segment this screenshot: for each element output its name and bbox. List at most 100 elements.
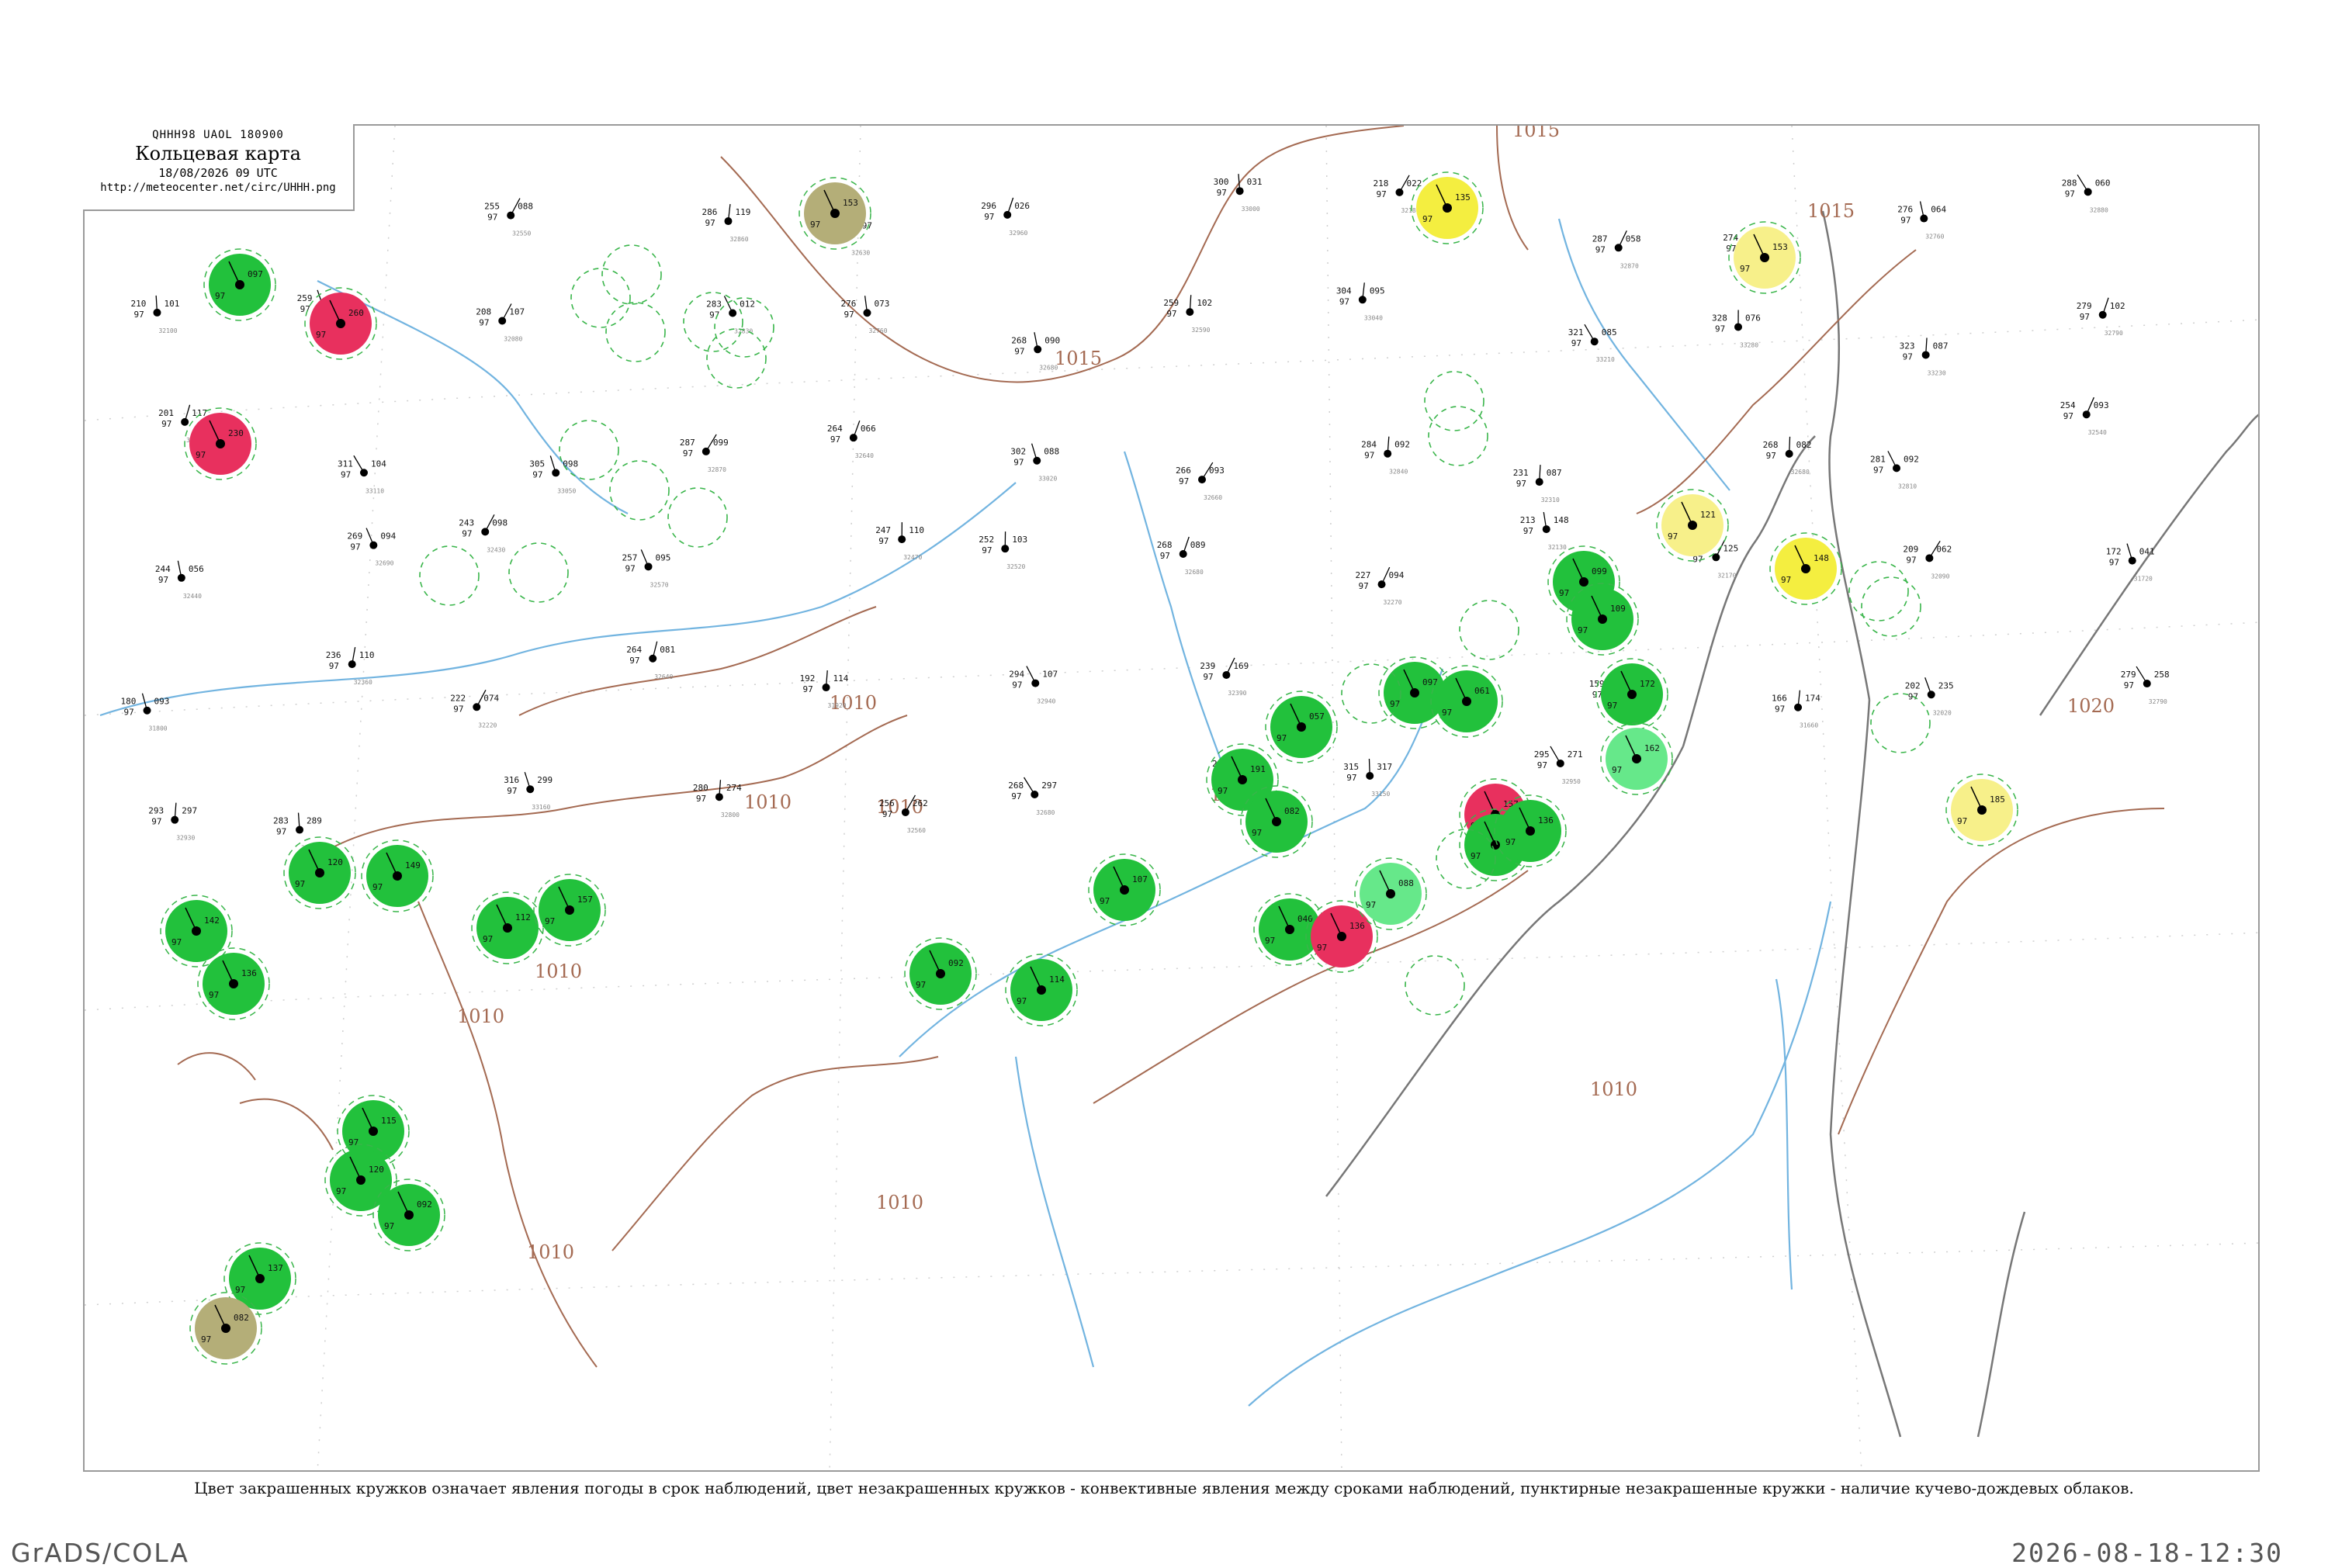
station-humidity: 97 <box>1339 296 1349 306</box>
cumulonimbus-ring <box>1871 694 1930 753</box>
station-pressure: 012 <box>740 299 755 309</box>
station-pressure: 103 <box>1012 535 1027 545</box>
station-plot: 2430989732430 <box>459 514 508 553</box>
station-temp: 209 <box>1903 544 1918 554</box>
map-title: Кольцевая карта <box>83 143 353 164</box>
station-plot: 3162999733160 <box>504 772 553 811</box>
station-humidity: 97 <box>1715 324 1725 334</box>
station-temp: 268 <box>1011 335 1027 345</box>
circle-pressure: 135 <box>1455 192 1471 202</box>
station-humidity: 97 <box>133 310 144 320</box>
station-plot: 2131489732130 <box>1520 512 1569 551</box>
cumulonimbus-ring <box>668 488 727 547</box>
station-pressure: 026 <box>1014 201 1030 211</box>
cumulonimbus-ring <box>1405 956 1464 1015</box>
station-plot: 2680829732680 <box>1763 437 1812 476</box>
station-id: 32090 <box>1931 573 1949 580</box>
circle-humidity: 97 <box>372 882 383 892</box>
station-pressure: 031 <box>1247 177 1263 187</box>
station-pressure: 089 <box>1190 540 1206 550</box>
station-pressure: 101 <box>164 299 179 309</box>
station-temp: 256 <box>879 798 895 808</box>
station-humidity: 97 <box>830 434 840 445</box>
station-id: 33210 <box>1596 356 1615 363</box>
station-pressure: 110 <box>359 650 375 660</box>
station-plot: 2880609732880 <box>2062 175 2111 213</box>
circle-humidity: 97 <box>483 934 493 944</box>
station-plot: 2471109732470 <box>875 522 924 561</box>
station-temp: 287 <box>1592 234 1608 244</box>
station-plot: 3020889733020 <box>1010 444 1059 483</box>
circle-pressure: 082 <box>234 1313 249 1323</box>
station-plot: 2550889732550 <box>484 199 533 237</box>
station-plot: 2870999732870 <box>680 434 729 473</box>
station-temp: 252 <box>979 535 994 545</box>
circle-humidity: 97 <box>1559 588 1569 598</box>
station-temp: 280 <box>693 783 708 793</box>
weather-circle-haze: 14897 <box>1770 533 1841 604</box>
station-id: 32790 <box>2105 330 2123 337</box>
station-plot: 2952719732950 <box>1534 746 1583 785</box>
station-humidity: 97 <box>1011 791 1021 801</box>
circle-humidity: 97 <box>295 879 305 889</box>
station-plot: 2861199732860 <box>702 204 750 243</box>
circle-humidity: 97 <box>810 220 820 230</box>
station-temp: 316 <box>504 775 519 785</box>
station-temp: 208 <box>476 307 491 317</box>
station-humidity: 97 <box>1571 338 1581 348</box>
weather-circle-rain: 15797 <box>534 874 605 946</box>
station-plot: 3040959733040 <box>1336 282 1385 321</box>
station-humidity: 97 <box>2109 558 2119 568</box>
station-temp: 286 <box>702 207 717 217</box>
station-id: 32950 <box>1562 778 1581 785</box>
station-temp: 268 <box>1157 540 1173 550</box>
station-id: 32790 <box>2149 698 2167 705</box>
isobar-label: 1010 <box>744 791 792 813</box>
station-temp: 305 <box>529 459 545 469</box>
station-pressure: 064 <box>1931 205 1946 215</box>
station-temp: 323 <box>1900 341 1915 351</box>
station-humidity: 97 <box>1346 773 1356 783</box>
station-temp: 300 <box>1214 177 1229 187</box>
station-humidity: 97 <box>625 563 636 573</box>
station-plot: 2090629732090 <box>1903 541 1952 580</box>
station-temp: 218 <box>1373 178 1388 189</box>
isobar-label: 1010 <box>535 961 582 982</box>
station-humidity: 97 <box>1166 309 1176 319</box>
circle-pressure: 115 <box>381 1116 397 1126</box>
station-temp: 244 <box>155 564 171 574</box>
station-temp: 281 <box>1870 454 1886 464</box>
station-humidity: 97 <box>683 448 693 459</box>
station-pressure: 174 <box>1805 694 1820 704</box>
circle-humidity: 97 <box>1277 733 1287 743</box>
station-pressure: 107 <box>509 307 525 317</box>
station-plot: 2760739732760 <box>840 296 889 334</box>
circle-humidity: 97 <box>1017 996 1027 1006</box>
isobar-label: 1015 <box>1055 348 1102 369</box>
station-humidity: 97 <box>2080 312 2090 322</box>
circle-humidity: 97 <box>1607 701 1617 711</box>
station-pressure: 299 <box>537 775 553 785</box>
station-pressure: 317 <box>1377 762 1392 772</box>
weather-circle-thunder: 23097 <box>185 408 256 479</box>
station-plot: 3230879733230 <box>1900 337 1949 376</box>
station-temp: 284 <box>1361 440 1377 450</box>
source-url[interactable]: http://meteocenter.net/circ/UHHH.png <box>83 182 353 194</box>
circle-humidity: 97 <box>1505 837 1516 847</box>
station-temp: 304 <box>1336 286 1352 296</box>
circle-humidity: 97 <box>316 330 326 340</box>
station-plot: 2791029732790 <box>2077 298 2125 337</box>
circle-pressure: 092 <box>948 958 964 968</box>
station-id: 32760 <box>1925 234 1944 241</box>
station-plot: 2570959732570 <box>622 549 671 588</box>
station-humidity: 97 <box>1364 451 1374 461</box>
station-humidity: 97 <box>2063 411 2073 421</box>
station-humidity: 97 <box>1376 189 1386 199</box>
station-plot: 1921149731920 <box>800 670 849 709</box>
station-plots: 2550889732550286119973286026309797326302… <box>121 174 2170 851</box>
station-plot: 2591029732590 <box>1163 295 1212 334</box>
station-humidity: 97 <box>479 318 489 328</box>
station-pressure: 088 <box>518 202 533 212</box>
station-humidity: 97 <box>629 656 639 666</box>
station-pressure: 262 <box>913 798 928 808</box>
